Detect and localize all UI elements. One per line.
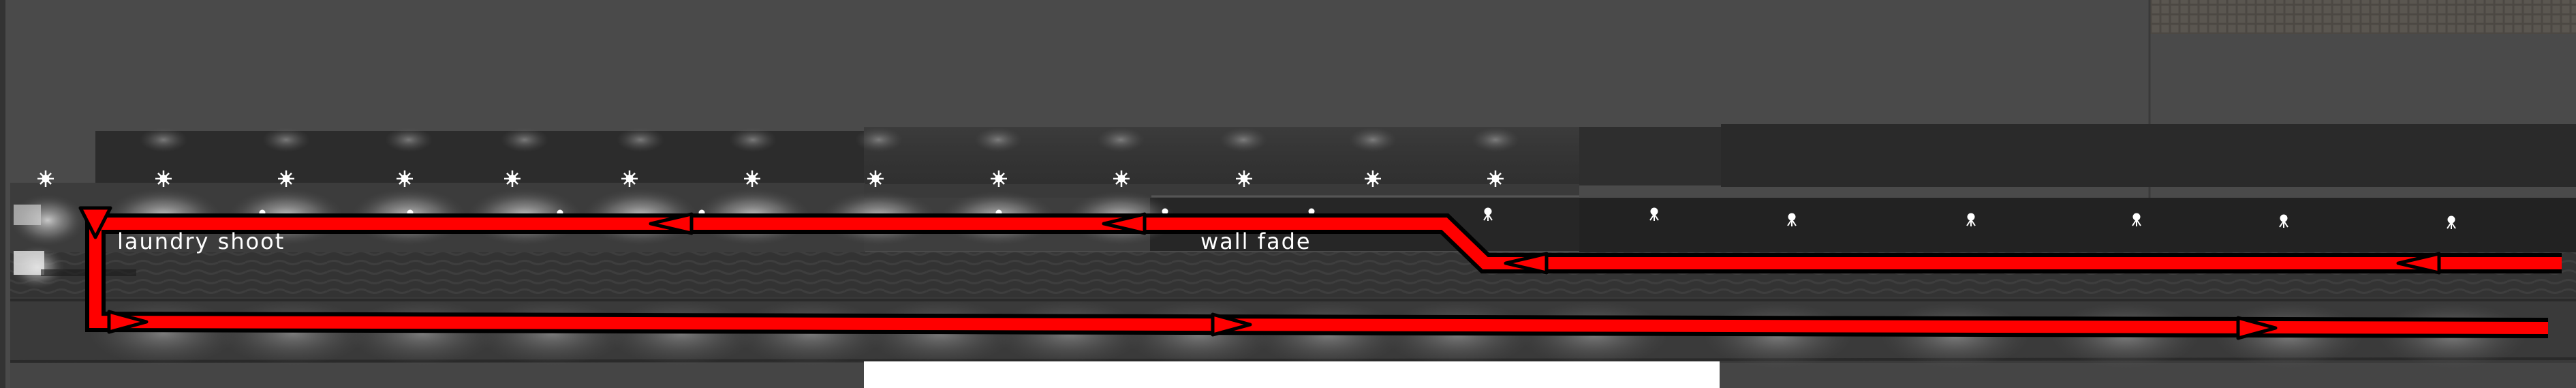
level-route-map: laundry shoot wall fade [0, 0, 2576, 388]
laundry-shoot-label: laundry shoot [117, 228, 285, 254]
ceiling-lamp-icon [1308, 208, 1315, 215]
ceiling-lamp-icon [1162, 208, 1168, 215]
wall-fade-label: wall fade [1200, 228, 1312, 254]
shoot-opening [14, 205, 41, 225]
left-border [0, 0, 5, 388]
floor-cutout [864, 361, 1720, 388]
wall-band [95, 124, 2576, 188]
level-map-canvas [0, 0, 2576, 388]
